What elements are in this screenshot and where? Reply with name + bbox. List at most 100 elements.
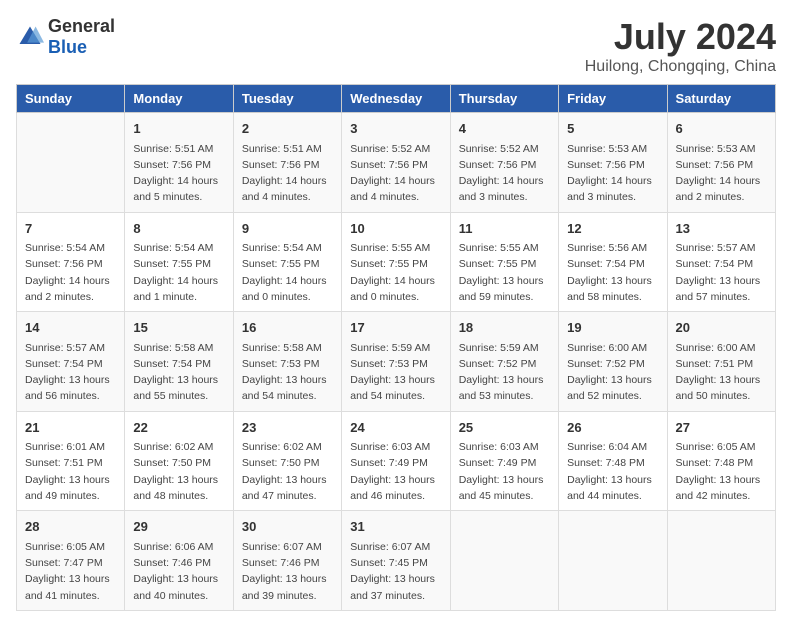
week-row-1: 1Sunrise: 5:51 AM Sunset: 7:56 PM Daylig… — [17, 113, 776, 213]
calendar-cell: 4Sunrise: 5:52 AM Sunset: 7:56 PM Daylig… — [450, 113, 558, 213]
day-number: 13 — [676, 219, 767, 239]
day-info: Sunrise: 6:04 AM Sunset: 7:48 PM Dayligh… — [567, 439, 658, 504]
day-info: Sunrise: 5:58 AM Sunset: 7:54 PM Dayligh… — [133, 340, 224, 405]
day-info: Sunrise: 6:00 AM Sunset: 7:51 PM Dayligh… — [676, 340, 767, 405]
calendar-cell: 18Sunrise: 5:59 AM Sunset: 7:52 PM Dayli… — [450, 312, 558, 412]
calendar-cell: 11Sunrise: 5:55 AM Sunset: 7:55 PM Dayli… — [450, 212, 558, 312]
day-info: Sunrise: 5:54 AM Sunset: 7:55 PM Dayligh… — [242, 240, 333, 305]
day-number: 24 — [350, 418, 441, 438]
day-info: Sunrise: 6:03 AM Sunset: 7:49 PM Dayligh… — [350, 439, 441, 504]
day-info: Sunrise: 5:56 AM Sunset: 7:54 PM Dayligh… — [567, 240, 658, 305]
day-number: 5 — [567, 119, 658, 139]
calendar-cell: 1Sunrise: 5:51 AM Sunset: 7:56 PM Daylig… — [125, 113, 233, 213]
day-info: Sunrise: 6:01 AM Sunset: 7:51 PM Dayligh… — [25, 439, 116, 504]
day-number: 20 — [676, 318, 767, 338]
day-info: Sunrise: 5:51 AM Sunset: 7:56 PM Dayligh… — [242, 141, 333, 206]
calendar-cell: 27Sunrise: 6:05 AM Sunset: 7:48 PM Dayli… — [667, 411, 775, 511]
calendar-cell: 2Sunrise: 5:51 AM Sunset: 7:56 PM Daylig… — [233, 113, 341, 213]
header-row: SundayMondayTuesdayWednesdayThursdayFrid… — [17, 85, 776, 113]
calendar-cell: 15Sunrise: 5:58 AM Sunset: 7:54 PM Dayli… — [125, 312, 233, 412]
calendar-cell — [559, 511, 667, 611]
header-saturday: Saturday — [667, 85, 775, 113]
calendar-cell: 22Sunrise: 6:02 AM Sunset: 7:50 PM Dayli… — [125, 411, 233, 511]
calendar-cell: 21Sunrise: 6:01 AM Sunset: 7:51 PM Dayli… — [17, 411, 125, 511]
day-number: 22 — [133, 418, 224, 438]
day-number: 19 — [567, 318, 658, 338]
day-number: 21 — [25, 418, 116, 438]
calendar-cell — [17, 113, 125, 213]
header-sunday: Sunday — [17, 85, 125, 113]
day-number: 3 — [350, 119, 441, 139]
week-row-4: 21Sunrise: 6:01 AM Sunset: 7:51 PM Dayli… — [17, 411, 776, 511]
calendar-cell: 12Sunrise: 5:56 AM Sunset: 7:54 PM Dayli… — [559, 212, 667, 312]
day-number: 17 — [350, 318, 441, 338]
week-row-2: 7Sunrise: 5:54 AM Sunset: 7:56 PM Daylig… — [17, 212, 776, 312]
header-wednesday: Wednesday — [342, 85, 450, 113]
day-info: Sunrise: 5:57 AM Sunset: 7:54 PM Dayligh… — [25, 340, 116, 405]
logo: General Blue — [16, 16, 115, 58]
day-number: 16 — [242, 318, 333, 338]
header-thursday: Thursday — [450, 85, 558, 113]
week-row-5: 28Sunrise: 6:05 AM Sunset: 7:47 PM Dayli… — [17, 511, 776, 611]
day-number: 30 — [242, 517, 333, 537]
day-number: 18 — [459, 318, 550, 338]
day-info: Sunrise: 5:51 AM Sunset: 7:56 PM Dayligh… — [133, 141, 224, 206]
calendar-cell: 25Sunrise: 6:03 AM Sunset: 7:49 PM Dayli… — [450, 411, 558, 511]
calendar-cell: 8Sunrise: 5:54 AM Sunset: 7:55 PM Daylig… — [125, 212, 233, 312]
day-info: Sunrise: 5:55 AM Sunset: 7:55 PM Dayligh… — [350, 240, 441, 305]
day-info: Sunrise: 5:59 AM Sunset: 7:53 PM Dayligh… — [350, 340, 441, 405]
calendar-cell: 30Sunrise: 6:07 AM Sunset: 7:46 PM Dayli… — [233, 511, 341, 611]
calendar-cell: 17Sunrise: 5:59 AM Sunset: 7:53 PM Dayli… — [342, 312, 450, 412]
day-number: 31 — [350, 517, 441, 537]
calendar-cell — [667, 511, 775, 611]
calendar-cell: 3Sunrise: 5:52 AM Sunset: 7:56 PM Daylig… — [342, 113, 450, 213]
logo-blue: Blue — [48, 37, 87, 57]
calendar-cell — [450, 511, 558, 611]
calendar-cell: 9Sunrise: 5:54 AM Sunset: 7:55 PM Daylig… — [233, 212, 341, 312]
calendar-cell: 5Sunrise: 5:53 AM Sunset: 7:56 PM Daylig… — [559, 113, 667, 213]
day-number: 8 — [133, 219, 224, 239]
day-info: Sunrise: 5:54 AM Sunset: 7:56 PM Dayligh… — [25, 240, 116, 305]
day-info: Sunrise: 6:07 AM Sunset: 7:46 PM Dayligh… — [242, 539, 333, 604]
calendar-cell: 24Sunrise: 6:03 AM Sunset: 7:49 PM Dayli… — [342, 411, 450, 511]
day-number: 14 — [25, 318, 116, 338]
calendar-cell: 14Sunrise: 5:57 AM Sunset: 7:54 PM Dayli… — [17, 312, 125, 412]
day-number: 27 — [676, 418, 767, 438]
day-info: Sunrise: 5:53 AM Sunset: 7:56 PM Dayligh… — [567, 141, 658, 206]
day-info: Sunrise: 5:52 AM Sunset: 7:56 PM Dayligh… — [350, 141, 441, 206]
calendar-cell: 7Sunrise: 5:54 AM Sunset: 7:56 PM Daylig… — [17, 212, 125, 312]
day-number: 9 — [242, 219, 333, 239]
day-number: 29 — [133, 517, 224, 537]
header-tuesday: Tuesday — [233, 85, 341, 113]
day-number: 15 — [133, 318, 224, 338]
calendar-table: SundayMondayTuesdayWednesdayThursdayFrid… — [16, 84, 776, 611]
header-monday: Monday — [125, 85, 233, 113]
day-number: 26 — [567, 418, 658, 438]
day-info: Sunrise: 5:52 AM Sunset: 7:56 PM Dayligh… — [459, 141, 550, 206]
day-number: 6 — [676, 119, 767, 139]
day-info: Sunrise: 6:02 AM Sunset: 7:50 PM Dayligh… — [242, 439, 333, 504]
calendar-cell: 10Sunrise: 5:55 AM Sunset: 7:55 PM Dayli… — [342, 212, 450, 312]
calendar-cell: 26Sunrise: 6:04 AM Sunset: 7:48 PM Dayli… — [559, 411, 667, 511]
day-info: Sunrise: 5:59 AM Sunset: 7:52 PM Dayligh… — [459, 340, 550, 405]
calendar-cell: 31Sunrise: 6:07 AM Sunset: 7:45 PM Dayli… — [342, 511, 450, 611]
day-number: 1 — [133, 119, 224, 139]
calendar-cell: 19Sunrise: 6:00 AM Sunset: 7:52 PM Dayli… — [559, 312, 667, 412]
header-friday: Friday — [559, 85, 667, 113]
logo-general: General — [48, 16, 115, 36]
day-info: Sunrise: 5:54 AM Sunset: 7:55 PM Dayligh… — [133, 240, 224, 305]
calendar-cell: 16Sunrise: 5:58 AM Sunset: 7:53 PM Dayli… — [233, 312, 341, 412]
day-info: Sunrise: 6:00 AM Sunset: 7:52 PM Dayligh… — [567, 340, 658, 405]
day-number: 25 — [459, 418, 550, 438]
day-number: 28 — [25, 517, 116, 537]
calendar-cell: 6Sunrise: 5:53 AM Sunset: 7:56 PM Daylig… — [667, 113, 775, 213]
calendar-cell: 13Sunrise: 5:57 AM Sunset: 7:54 PM Dayli… — [667, 212, 775, 312]
calendar-cell: 23Sunrise: 6:02 AM Sunset: 7:50 PM Dayli… — [233, 411, 341, 511]
day-number: 12 — [567, 219, 658, 239]
calendar-cell: 20Sunrise: 6:00 AM Sunset: 7:51 PM Dayli… — [667, 312, 775, 412]
day-number: 10 — [350, 219, 441, 239]
calendar-cell: 29Sunrise: 6:06 AM Sunset: 7:46 PM Dayli… — [125, 511, 233, 611]
day-info: Sunrise: 6:05 AM Sunset: 7:48 PM Dayligh… — [676, 439, 767, 504]
calendar-cell: 28Sunrise: 6:05 AM Sunset: 7:47 PM Dayli… — [17, 511, 125, 611]
main-title: July 2024 — [585, 16, 776, 58]
